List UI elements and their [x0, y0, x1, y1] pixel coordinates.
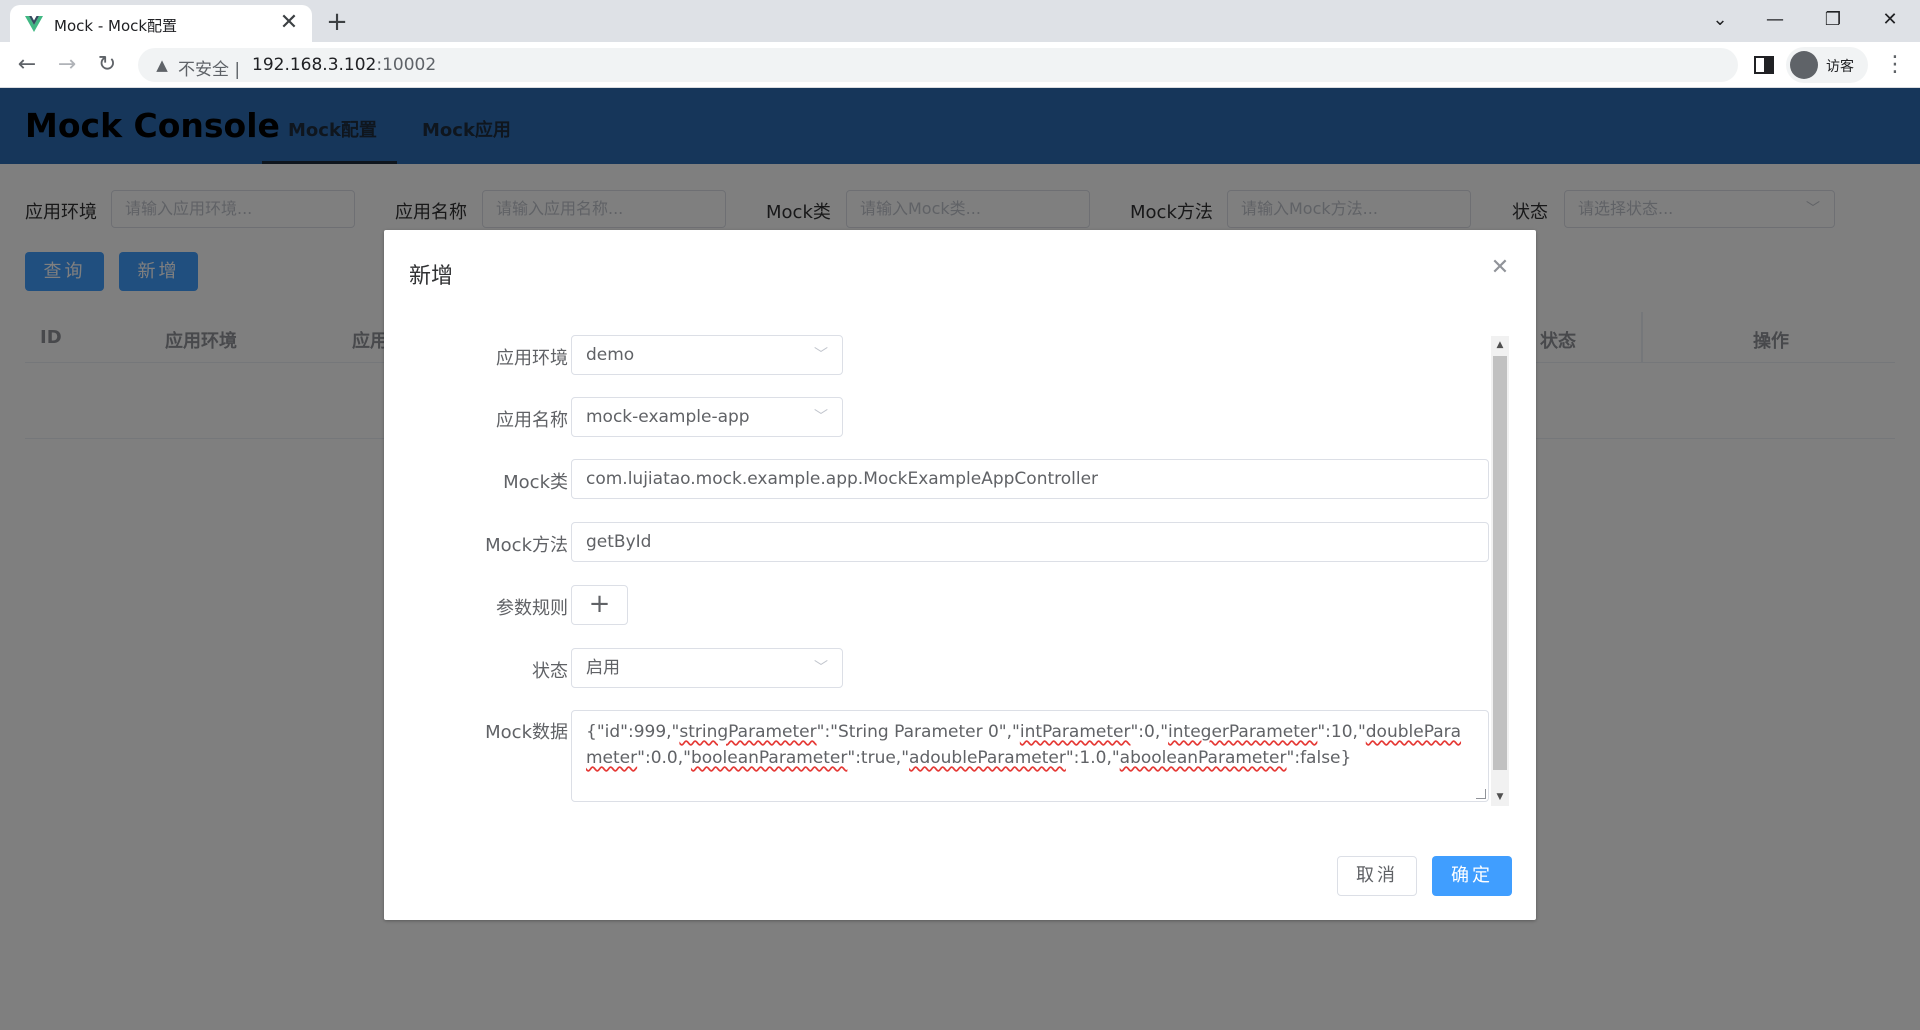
insecure-label[interactable]: 不安全 |	[178, 55, 240, 80]
cancel-button[interactable]: 取消	[1337, 856, 1417, 896]
status-select[interactable]: 启用 ﹀	[571, 648, 843, 688]
label-app-name: 应用名称	[496, 410, 568, 431]
profile-button[interactable]: 访客	[1786, 47, 1868, 83]
label-status: 状态	[532, 661, 568, 682]
env-select[interactable]: demo ﹀	[571, 335, 843, 375]
reload-icon[interactable]: ↻	[90, 48, 124, 82]
form-scrollbar[interactable]: ▲ ▼	[1491, 336, 1509, 806]
scrollbar-thumb[interactable]	[1493, 356, 1507, 770]
close-icon[interactable]: ✕	[1488, 256, 1512, 280]
label-mock-method: Mock方法	[485, 535, 568, 556]
browser-tab-strip: Mock - Mock配置 ✕ + ⌄ — ❐ ✕	[0, 0, 1920, 42]
forward-arrow-icon[interactable]: →	[50, 48, 84, 82]
dialog-title: 新增	[409, 264, 454, 289]
chevron-down-icon: ﹀	[814, 347, 828, 363]
label-mock-data: Mock数据	[485, 722, 568, 743]
add-param-rule-button[interactable]: +	[571, 585, 628, 625]
tab-close-icon[interactable]: ✕	[276, 10, 302, 36]
profile-avatar-icon	[1790, 51, 1818, 79]
confirm-button[interactable]: 确定	[1432, 856, 1512, 896]
app-name-select[interactable]: mock-example-app ﹀	[571, 397, 843, 437]
resize-handle-icon[interactable]	[1476, 789, 1486, 799]
browser-toolbar: ← → ↻ ▲ 不安全 | 192.168.3.102:10002 访客 ⋮	[0, 42, 1920, 88]
warning-icon: ▲	[156, 56, 168, 74]
back-arrow-icon[interactable]: ←	[10, 48, 44, 82]
scroll-down-arrow-icon[interactable]: ▼	[1491, 790, 1509, 804]
close-window-button[interactable]: ✕	[1870, 4, 1910, 36]
add-dialog: 新增 ✕ 应用环境 demo ﹀ 应用名称 mock-example-app ﹀…	[384, 230, 1536, 920]
label-param-rules: 参数规则	[496, 598, 568, 619]
scroll-up-arrow-icon[interactable]: ▲	[1491, 338, 1509, 352]
chevron-down-icon: ﹀	[814, 660, 828, 676]
new-tab-button[interactable]: +	[322, 7, 352, 37]
vue-logo-icon	[25, 16, 43, 32]
minimize-button[interactable]: —	[1755, 4, 1795, 36]
address-bar[interactable]: ▲ 不安全 | 192.168.3.102:10002	[138, 48, 1738, 82]
label-env: 应用环境	[496, 348, 568, 369]
side-panel-icon[interactable]	[1752, 53, 1776, 77]
label-mock-class: Mock类	[503, 472, 568, 493]
browser-menu-icon[interactable]: ⋮	[1880, 48, 1910, 82]
mock-method-input[interactable]: getById	[571, 522, 1489, 562]
chevron-down-icon: ﹀	[814, 409, 828, 425]
tab-search-icon[interactable]: ⌄	[1700, 4, 1740, 36]
profile-name: 访客	[1826, 59, 1854, 75]
mock-data-textarea[interactable]: {"id":999,"stringParameter":"String Para…	[571, 710, 1489, 802]
url-text[interactable]: 192.168.3.102:10002	[252, 55, 436, 75]
restore-button[interactable]: ❐	[1813, 4, 1853, 36]
tab-title: Mock - Mock配置	[54, 17, 178, 35]
mock-class-input[interactable]: com.lujiatao.mock.example.app.MockExampl…	[571, 459, 1489, 499]
browser-tab[interactable]: Mock - Mock配置 ✕	[10, 5, 312, 42]
